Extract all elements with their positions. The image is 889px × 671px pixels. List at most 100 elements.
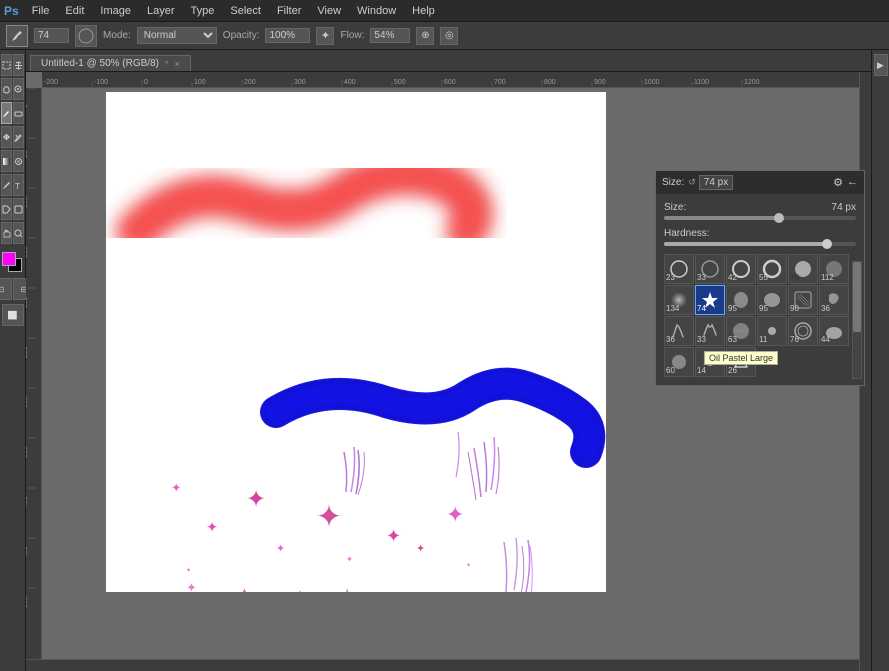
tool-type[interactable]: T bbox=[13, 174, 24, 196]
right-panel: ▶ bbox=[871, 50, 889, 671]
menu-window[interactable]: Window bbox=[350, 3, 403, 19]
tool-gradient[interactable] bbox=[1, 150, 12, 172]
size-slider-thumb[interactable] bbox=[774, 213, 784, 223]
hardness-slider-thumb[interactable] bbox=[822, 239, 832, 249]
brush-settings-icon[interactable]: ⚙ bbox=[833, 176, 843, 189]
brush-tool-icon[interactable] bbox=[6, 25, 28, 47]
tool-blur[interactable] bbox=[13, 150, 24, 172]
tool-shape[interactable] bbox=[13, 198, 24, 220]
opacity-label: Opacity: bbox=[223, 30, 260, 41]
size-slider-track[interactable] bbox=[664, 216, 856, 220]
tab-close-button[interactable]: × bbox=[174, 59, 179, 69]
tool-quick-select[interactable] bbox=[13, 78, 24, 100]
brush-grid-scrollthumb[interactable] bbox=[853, 262, 861, 332]
brush-cell-11[interactable]: 11 bbox=[757, 316, 787, 346]
hardness-label: Hardness: bbox=[664, 228, 710, 239]
brush-cell-95b[interactable]: 95 bbox=[757, 285, 787, 315]
brush-grid-scrollbar[interactable] bbox=[852, 261, 862, 379]
blend-mode-select[interactable]: Normal Multiply Screen bbox=[137, 27, 217, 44]
svg-text:1000: 1000 bbox=[644, 79, 660, 86]
panel-toggle-btn[interactable]: ▶ bbox=[874, 54, 888, 76]
svg-text:150: 150 bbox=[26, 246, 29, 258]
brush-cell-60[interactable]: 60 bbox=[664, 347, 694, 377]
svg-text:200: 200 bbox=[26, 296, 29, 308]
svg-text:✦: ✦ bbox=[236, 585, 253, 592]
airbrush-icon[interactable]: ✦ bbox=[316, 27, 334, 45]
svg-text:✦: ✦ bbox=[346, 554, 353, 564]
brush-cell-36a[interactable]: 36 bbox=[819, 285, 849, 315]
tool-standard-mode[interactable]: ⊡ bbox=[0, 278, 12, 300]
svg-text:500: 500 bbox=[26, 596, 29, 608]
tool-zoom[interactable] bbox=[13, 222, 24, 244]
brush-cell-134[interactable]: 134 bbox=[664, 285, 694, 315]
svg-text:✦: ✦ bbox=[316, 499, 342, 534]
document-canvas[interactable]: ✦ ✦ ✦ ✦ ✦ ✦ ✦ ✦ ✦ ✦ ✦ bbox=[106, 92, 606, 592]
brush-cell-112[interactable]: 112 bbox=[819, 254, 849, 284]
svg-text:500: 500 bbox=[394, 79, 406, 86]
menu-image[interactable]: Image bbox=[93, 3, 138, 19]
menu-edit[interactable]: Edit bbox=[58, 3, 91, 19]
brush-cell-44[interactable]: 44 bbox=[819, 316, 849, 346]
brush-back-icon[interactable]: ← bbox=[847, 176, 858, 189]
svg-text:200: 200 bbox=[244, 79, 256, 86]
tool-rect-marquee[interactable] bbox=[1, 54, 12, 76]
brush-cell-42[interactable]: 42 bbox=[726, 254, 756, 284]
brush-cell-oilpastel[interactable]: 63 Oil Pastel Large bbox=[726, 316, 756, 346]
menu-view[interactable]: View bbox=[310, 3, 348, 19]
brush-cell-74-selected[interactable]: 74 bbox=[695, 285, 725, 315]
svg-text:1200: 1200 bbox=[744, 79, 760, 86]
tool-eraser[interactable] bbox=[13, 102, 24, 124]
document-tab[interactable]: Untitled-1 @ 50% (RGB/8) * × bbox=[30, 55, 191, 71]
smoothing-icon[interactable]: ◎ bbox=[440, 27, 458, 45]
ps-logo: Ps bbox=[4, 4, 19, 18]
brush-cell-70[interactable]: 70 bbox=[788, 254, 818, 284]
pressure-icon[interactable]: ⊕ bbox=[416, 27, 434, 45]
brush-cell-23[interactable]: 23 bbox=[664, 254, 694, 284]
svg-text:100: 100 bbox=[194, 79, 206, 86]
svg-text:1100: 1100 bbox=[694, 79, 709, 86]
svg-text:✦: ✦ bbox=[466, 562, 471, 569]
tool-pen[interactable] bbox=[1, 174, 12, 196]
flow-input[interactable] bbox=[370, 28, 410, 43]
svg-text:900: 900 bbox=[594, 79, 606, 86]
menu-help[interactable]: Help bbox=[405, 3, 442, 19]
tool-brush[interactable] bbox=[1, 102, 12, 124]
foreground-color[interactable] bbox=[2, 252, 16, 266]
menu-file[interactable]: File bbox=[25, 3, 57, 19]
size-label: Size: bbox=[662, 177, 684, 188]
svg-text:600: 600 bbox=[444, 79, 456, 86]
brush-cell-95a[interactable]: 95 bbox=[726, 285, 756, 315]
menu-select[interactable]: Select bbox=[223, 3, 268, 19]
brush-cell-33[interactable]: 33 bbox=[695, 254, 725, 284]
brush-tooltip: Oil Pastel Large bbox=[704, 351, 778, 365]
size-slider-fill bbox=[664, 216, 779, 220]
brush-size-input[interactable] bbox=[34, 28, 69, 43]
mode-label: Mode: bbox=[103, 30, 131, 41]
menu-type[interactable]: Type bbox=[184, 3, 222, 19]
tool-screen-mode[interactable]: ⬜ bbox=[2, 304, 24, 326]
brush-cell-55[interactable]: 55 bbox=[757, 254, 787, 284]
brush-reset-icon[interactable]: ↺ bbox=[688, 177, 696, 188]
flow-label: Flow: bbox=[340, 30, 364, 41]
tool-hand[interactable] bbox=[1, 222, 12, 244]
brush-grid: 23 33 42 55 70 112 bbox=[664, 254, 856, 377]
brush-cell-76[interactable]: 76 bbox=[788, 316, 818, 346]
brush-cell-90[interactable]: 90 bbox=[788, 285, 818, 315]
tool-clone-stamp[interactable] bbox=[1, 126, 12, 148]
tool-lasso[interactable] bbox=[1, 78, 12, 100]
opacity-input[interactable] bbox=[265, 28, 310, 43]
menu-filter[interactable]: Filter bbox=[270, 3, 308, 19]
tool-history-brush[interactable] bbox=[13, 126, 24, 148]
tool-path-select[interactable] bbox=[1, 198, 12, 220]
tab-title: Untitled-1 @ 50% (RGB/8) bbox=[41, 58, 159, 69]
color-swatches bbox=[2, 252, 24, 274]
toolbox: T ⊡ ⊟ ⬜ bbox=[0, 50, 26, 671]
horizontal-scrollbar[interactable] bbox=[26, 659, 859, 671]
brush-cell-36b[interactable]: 36 bbox=[664, 316, 694, 346]
svg-text:✦: ✦ bbox=[246, 486, 266, 513]
hardness-slider-track[interactable] bbox=[664, 242, 856, 246]
menu-layer[interactable]: Layer bbox=[140, 3, 182, 19]
svg-text:✦: ✦ bbox=[446, 502, 464, 527]
tool-move[interactable] bbox=[13, 54, 24, 76]
brush-cell-33b[interactable]: 33 bbox=[695, 316, 725, 346]
